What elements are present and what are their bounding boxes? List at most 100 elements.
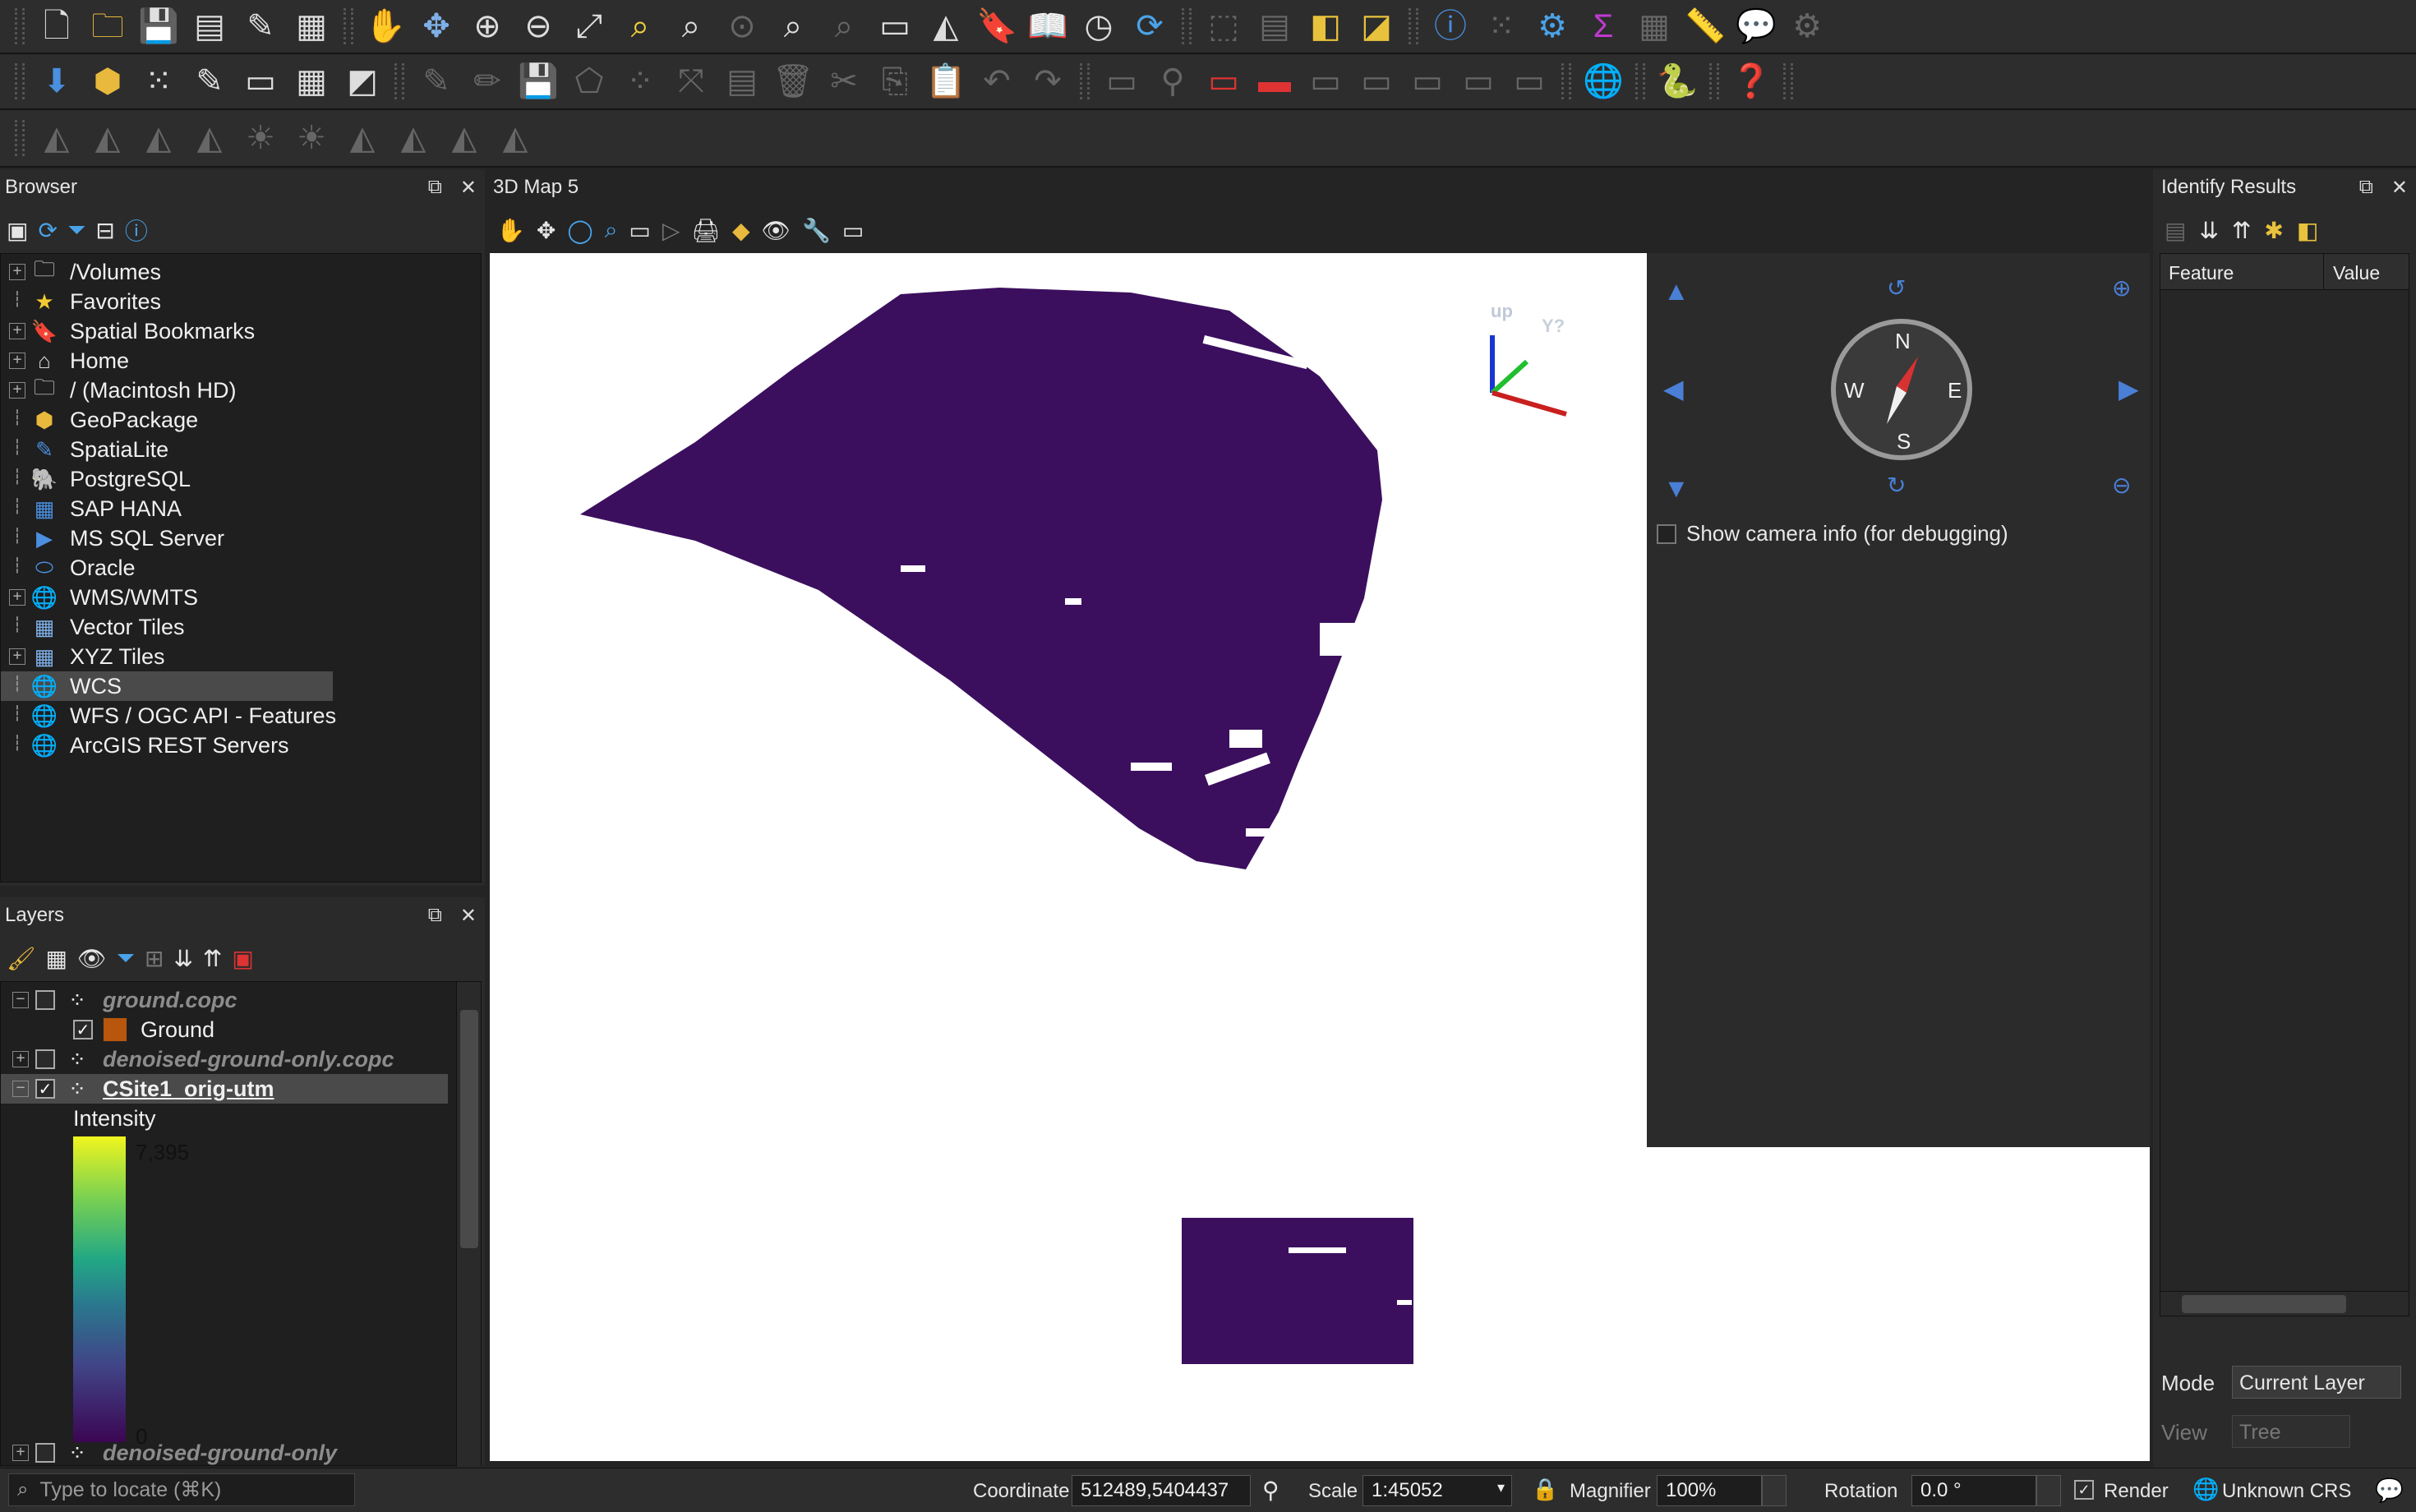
zoom-full-3d-icon[interactable]: ⌕ xyxy=(605,217,618,244)
toggle-extents-icon[interactable]: ⚲ xyxy=(1262,1477,1279,1504)
new-bookmark-icon[interactable]: 🔖 xyxy=(976,3,1017,49)
select-features-icon[interactable]: ⬚ xyxy=(1203,3,1244,49)
new-mesh-icon[interactable]: ◩ xyxy=(342,58,383,104)
new-shapefile-icon[interactable]: ▭ xyxy=(240,58,281,104)
zoom-in-3d-icon[interactable]: ⊕ xyxy=(2112,274,2131,302)
close-panel-icon[interactable]: ✕ xyxy=(460,176,477,200)
browser-item[interactable]: + 🗀 /Volumes xyxy=(1,256,481,287)
lock-scale-icon[interactable]: 🔒 xyxy=(1532,1477,1558,1502)
tilt-down-icon[interactable]: ▼ xyxy=(1663,473,1690,504)
browser-item[interactable]: ┆ 🌐 ArcGIS REST Servers xyxy=(1,731,481,760)
new-virtual-layer-icon[interactable]: ▦ xyxy=(291,58,332,104)
zoom-native-icon[interactable]: ⊙ xyxy=(722,3,763,49)
browser-item[interactable]: + ⌂ Home xyxy=(1,346,481,376)
data-source-manager-icon[interactable]: ⬇ xyxy=(36,58,77,104)
camera-info-label[interactable]: Show camera info (for debugging) xyxy=(1686,521,2008,546)
copy-icon[interactable]: ⎘ xyxy=(874,58,915,104)
toolbar-grip[interactable] xyxy=(15,63,25,99)
pan-to-selection-icon[interactable]: ✥ xyxy=(416,3,457,49)
pan-map-icon[interactable]: ✋ xyxy=(365,3,406,49)
browser-item[interactable]: ┆ ⬭ Oracle xyxy=(1,553,481,583)
processing-toolbox-icon[interactable]: ⚙ xyxy=(1532,3,1573,49)
properties-info-icon[interactable]: ⓘ xyxy=(125,214,148,247)
identify-form-icon[interactable]: ▤ xyxy=(2165,217,2186,244)
delete-selected-icon[interactable]: 🗑 xyxy=(772,58,814,104)
scrollbar-thumb[interactable] xyxy=(2182,1295,2346,1313)
rotation-spinbox[interactable]: 0.0 ° xyxy=(1911,1475,2036,1506)
float-panel-icon[interactable]: ⧉ xyxy=(2359,176,2373,200)
expand-tree-icon[interactable]: ⇊ xyxy=(2199,217,2218,244)
open-styling-icon[interactable]: 🖌 xyxy=(7,945,36,972)
layers-tree[interactable]: − ⁘ ground.copc ✓ Ground + ⁘ denoised-gr… xyxy=(0,981,482,1467)
locator-search[interactable]: ⌕ Type to locate (⌘K) xyxy=(8,1473,355,1506)
zoom-to-layer-icon[interactable]: ⌕ xyxy=(620,3,661,49)
add-polygon-icon[interactable]: ⬠ xyxy=(569,58,610,104)
label-toolbar-icon[interactable]: ▭ xyxy=(1101,58,1142,104)
toolbar-grip[interactable] xyxy=(15,120,25,156)
scrollbar-thumb[interactable] xyxy=(460,1010,478,1248)
magnifier-spinbox[interactable]: 100% xyxy=(1657,1475,1762,1506)
compass[interactable]: N S W E xyxy=(1831,319,1972,460)
toolbar-grip[interactable] xyxy=(15,8,25,44)
layer-diagram-icon[interactable]: ▬ xyxy=(1254,58,1295,104)
toolbar-grip[interactable] xyxy=(394,63,404,99)
rotate-label-icon[interactable]: ▭ xyxy=(1458,58,1499,104)
layout-manager-icon[interactable]: ▦ xyxy=(291,3,332,49)
advanced-digitize-icon[interactable]: ◭ xyxy=(87,115,128,161)
zoom-out-icon[interactable]: ⊖ xyxy=(518,3,559,49)
dock-icon[interactable]: ▭ xyxy=(842,217,864,244)
refresh-icon[interactable]: ⟳ xyxy=(38,217,57,244)
undo-icon[interactable]: ↶ xyxy=(976,58,1017,104)
scale-combobox[interactable]: 1:45052 ▾ xyxy=(1362,1475,1512,1506)
filter-legend-icon[interactable]: ⏷ xyxy=(117,945,135,972)
pan-3d-icon[interactable]: ✋ xyxy=(496,217,525,244)
layer-row-csite1-orig-utm[interactable]: − ✓ ⁘ CSite1_orig-utm xyxy=(1,1074,448,1104)
new-temp-layer-icon[interactable]: ⁙ xyxy=(138,58,179,104)
identify-results-table[interactable]: Feature Value xyxy=(2160,253,2409,1316)
pan-left-icon[interactable]: ◀ xyxy=(1663,373,1684,404)
show-hide-labels-icon[interactable]: ▭ xyxy=(1356,58,1397,104)
camera-info-checkbox[interactable] xyxy=(1657,524,1676,544)
add-selected-layers-icon[interactable]: ▣ xyxy=(7,217,28,244)
zoom-out-3d-icon[interactable]: ⊖ xyxy=(2112,472,2131,499)
identify-h-scrollbar[interactable] xyxy=(2160,1291,2409,1316)
new-3d-map-view-icon[interactable]: ◭ xyxy=(925,3,966,49)
browser-tree[interactable]: + 🗀 /Volumes ┆ ★ Favorites + 🔖 Spatial Bookmarks… xyxy=(0,253,482,883)
highlight-pinned-labels-icon[interactable]: ▭ xyxy=(1305,58,1346,104)
delete-part-icon[interactable]: ◭ xyxy=(444,115,485,161)
float-panel-icon[interactable]: ⧉ xyxy=(428,904,442,928)
manage-visibility-icon[interactable]: 👁 xyxy=(77,945,107,972)
play-animation-icon[interactable]: ▷ xyxy=(662,217,680,244)
browser-item[interactable]: ┆ ★ Favorites xyxy=(1,287,481,316)
coordinate-field[interactable]: 512489,5404437 xyxy=(1072,1475,1251,1506)
attribute-table-icon[interactable]: ▦ xyxy=(1634,3,1675,49)
collapse-all-icon[interactable]: ⇈ xyxy=(203,945,222,972)
temporal-controller-icon[interactable]: ◷ xyxy=(1078,3,1119,49)
magnifier-stepper[interactable] xyxy=(1762,1475,1787,1506)
save-project-icon[interactable]: 💾 xyxy=(138,3,179,49)
rotation-stepper[interactable] xyxy=(2036,1475,2061,1506)
layer-row-ground-copc[interactable]: − ⁘ ground.copc xyxy=(1,985,481,1015)
filter-expression-icon[interactable]: ⊞ xyxy=(145,945,164,972)
toolbar-grip[interactable] xyxy=(1709,63,1719,99)
new-map-view-icon[interactable]: ▭ xyxy=(874,3,915,49)
move-feature-icon[interactable]: ⤧ xyxy=(671,58,712,104)
shape-digitize-icon[interactable]: ◭ xyxy=(36,115,77,161)
expand-icon[interactable]: + xyxy=(9,648,25,665)
tilt-up-icon[interactable]: ▲ xyxy=(1663,276,1690,307)
browser-item[interactable]: ┆ ✎ SpatiaLite xyxy=(1,435,481,464)
class-visibility-checkbox[interactable]: ✓ xyxy=(73,1020,93,1040)
layer-name[interactable]: CSite1_orig-utm xyxy=(103,1076,274,1102)
view-dropdown[interactable]: Tree xyxy=(2232,1415,2350,1448)
change-label-icon[interactable]: ▭ xyxy=(1509,58,1550,104)
camera-control-icon[interactable]: 👁 xyxy=(761,217,791,244)
expand-new-results-icon[interactable]: ✱ xyxy=(2264,217,2283,244)
crs-globe-icon[interactable]: 🌐 xyxy=(2192,1477,2219,1502)
expand-icon[interactable]: + xyxy=(9,589,25,606)
refresh-icon[interactable]: ⟳ xyxy=(1129,3,1170,49)
show-bookmarks-icon[interactable]: 📖 xyxy=(1027,3,1068,49)
help-icon[interactable]: ❓ xyxy=(1731,58,1772,104)
open-project-icon[interactable]: 🗀 xyxy=(87,3,128,49)
expand-icon[interactable]: + xyxy=(12,1445,29,1461)
point-cloud-3d-view[interactable] xyxy=(490,253,1647,1147)
